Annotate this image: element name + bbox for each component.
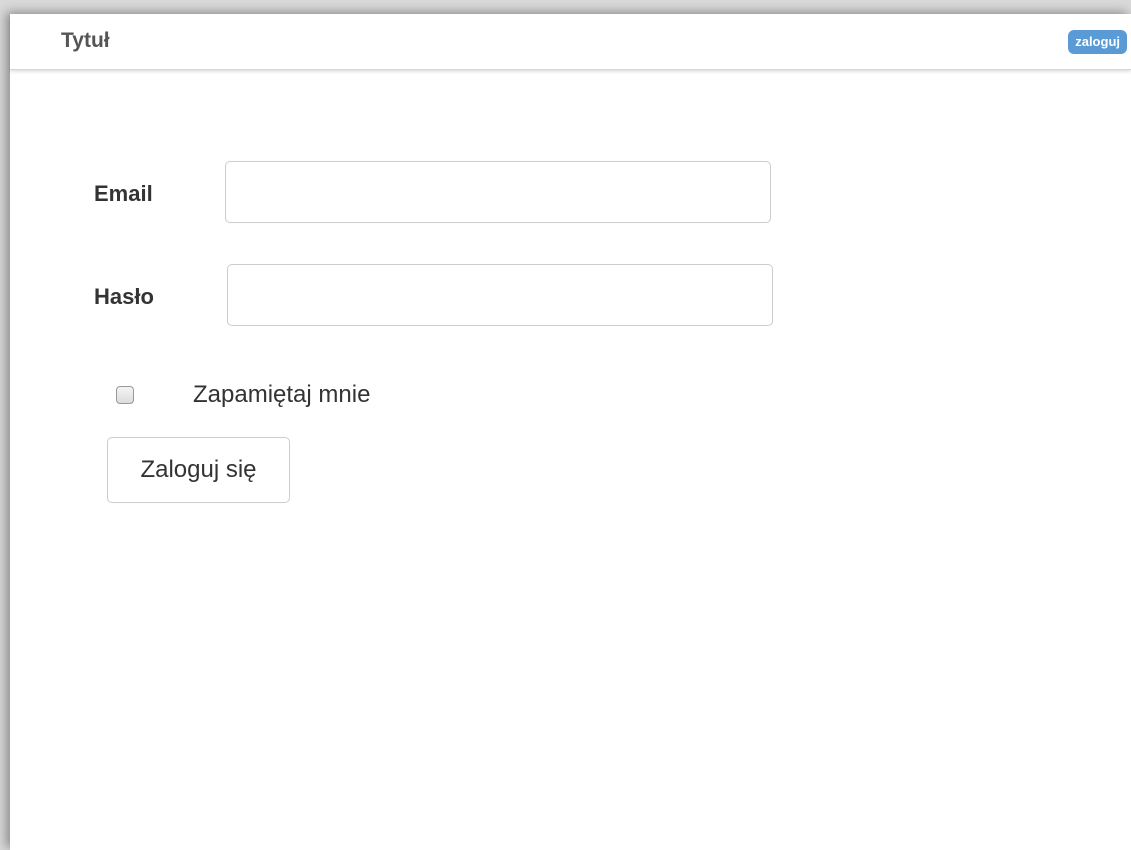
remember-me-checkbox[interactable] — [116, 386, 134, 404]
email-label: Email — [94, 181, 153, 206]
password-label: Hasło — [94, 284, 154, 309]
login-nav-button[interactable]: zaloguj — [1068, 30, 1127, 54]
top-navbar: Tytuł zaloguj — [10, 14, 1131, 70]
login-submit-button[interactable]: Zaloguj się — [107, 437, 290, 503]
password-field[interactable] — [227, 264, 773, 326]
app-window: Tytuł zaloguj Email Hasło Zapamiętaj mni… — [10, 14, 1131, 850]
remember-me-label[interactable]: Zapamiętaj mnie — [193, 381, 370, 409]
email-field[interactable] — [225, 161, 771, 223]
page-title: Tytuł — [61, 29, 110, 52]
